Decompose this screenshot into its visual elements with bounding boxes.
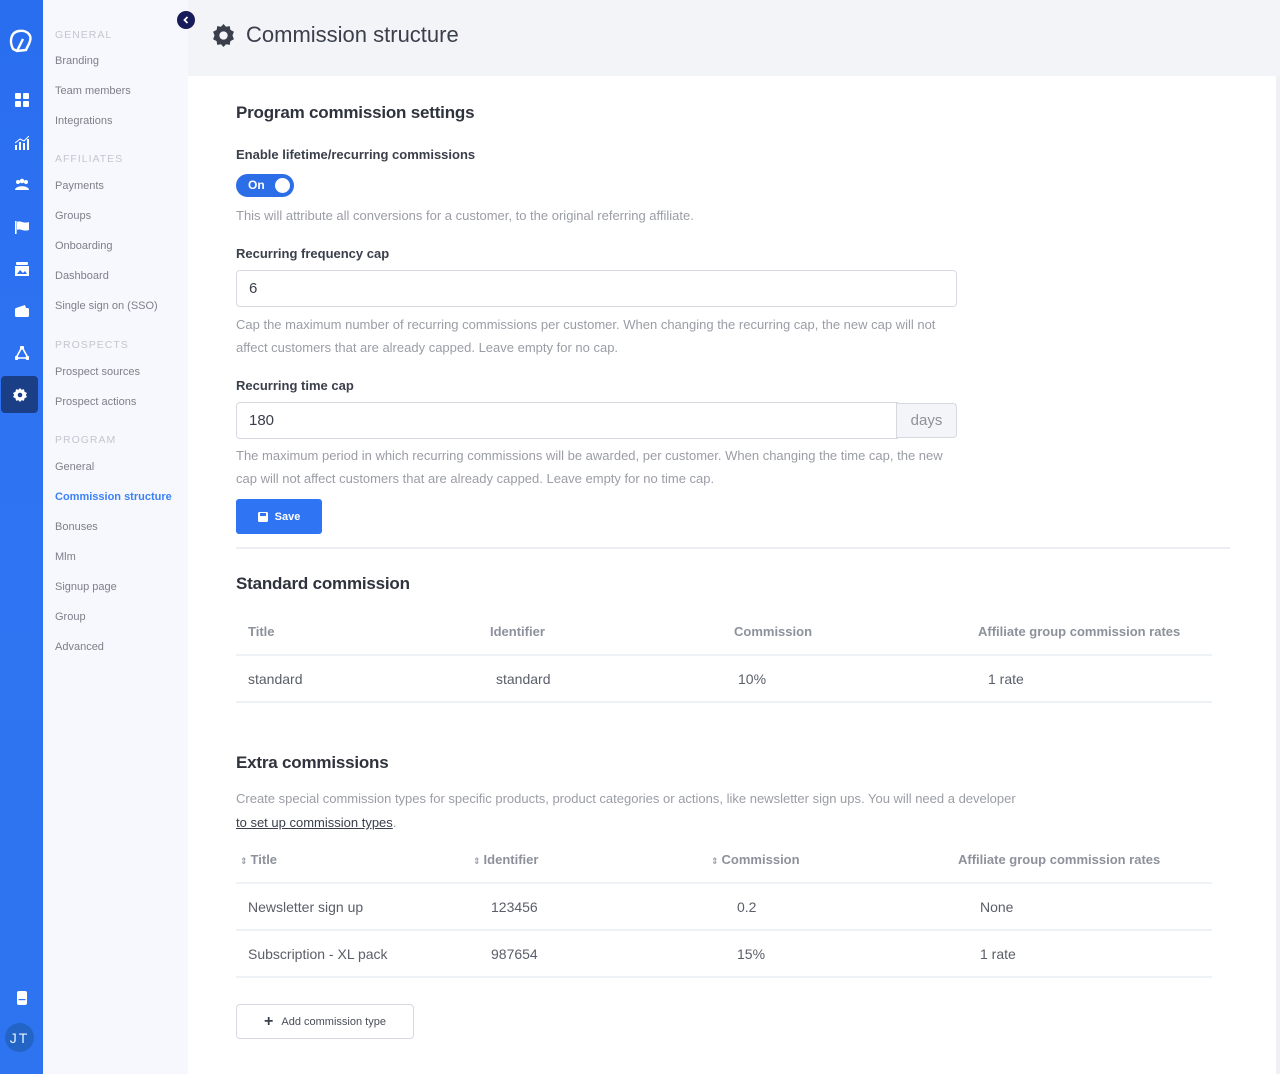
subnav-item-commission-structure[interactable]: Commission structure <box>55 491 172 503</box>
settings-icon[interactable] <box>1 376 38 413</box>
subnav-item-integrations[interactable]: Integrations <box>55 115 112 127</box>
dashboard-icon[interactable] <box>0 88 43 112</box>
cell-title: Newsletter sign up <box>236 882 473 930</box>
time-cap-unit: days <box>896 403 957 438</box>
collapse-sidebar-button[interactable] <box>177 11 195 29</box>
column-header-identifier: Identifier <box>490 624 545 639</box>
avatar[interactable]: JT <box>5 1023 34 1052</box>
prospects-icon[interactable] <box>0 341 43 365</box>
column-header-group-rates: Affiliate group commission rates <box>958 852 1161 867</box>
logo-icon[interactable] <box>7 27 35 55</box>
freq-cap-input[interactable] <box>236 270 957 307</box>
payouts-icon[interactable] <box>0 299 43 323</box>
time-cap-label: Recurring time cap <box>236 378 354 393</box>
column-header-identifier-label: Identifier <box>483 852 539 867</box>
description-suffix: . <box>392 815 397 830</box>
extra-commissions-description: Create special commission types for spec… <box>236 787 1136 835</box>
scrollbar-track[interactable] <box>1276 76 1280 1074</box>
plus-icon: + <box>264 1012 274 1030</box>
lifetime-help: This will attribute all conversions for … <box>236 208 694 223</box>
column-header-title-label: Title <box>250 852 278 867</box>
settings-subnav: GENERAL Branding Team members Integratio… <box>43 0 188 1074</box>
page-header: Commission structure <box>188 0 1280 76</box>
subnav-item-onboarding[interactable]: Onboarding <box>55 240 113 252</box>
standard-commission-table: Title Identifier Commission Affiliate gr… <box>236 609 1212 703</box>
gear-icon <box>211 23 236 48</box>
subnav-item-sso[interactable]: Single sign on (SSO) <box>55 300 158 312</box>
sort-icon: ⇕ <box>711 856 719 866</box>
section-title-general: GENERAL <box>55 29 113 41</box>
subnav-item-mlm[interactable]: Mlm <box>55 551 76 563</box>
save-button[interactable]: Save <box>236 499 322 534</box>
floppy-disk-icon <box>257 511 268 522</box>
freq-cap-help: Cap the maximum number of recurring comm… <box>236 317 936 355</box>
column-header-identifier[interactable]: ⇕ Identifier <box>473 837 711 883</box>
subnav-item-advanced[interactable]: Advanced <box>55 641 104 653</box>
reports-icon[interactable] <box>0 131 43 155</box>
chevron-left-icon <box>183 16 189 24</box>
table-row[interactable]: Subscription - XL pack 987654 15% 1 rate <box>236 929 1212 978</box>
cell-commission: 10% <box>724 654 968 703</box>
icon-rail: JT <box>0 0 43 1074</box>
freq-cap-label: Recurring frequency cap <box>236 246 390 261</box>
subnav-item-dashboard[interactable]: Dashboard <box>55 270 109 282</box>
cell-commission: 15% <box>711 929 958 978</box>
subnav-item-groups[interactable]: Groups <box>55 210 91 222</box>
cell-commission: 0.2 <box>711 882 958 930</box>
column-header-commission-label: Commission <box>721 852 800 867</box>
cell-title: Subscription - XL pack <box>236 929 473 978</box>
campaigns-icon[interactable] <box>0 215 43 239</box>
table-row[interactable]: Newsletter sign up 123456 0.2 None <box>236 882 1212 930</box>
subnav-item-team-members[interactable]: Team members <box>55 85 131 97</box>
subnav-item-group[interactable]: Group <box>55 611 86 623</box>
lifetime-label: Enable lifetime/recurring commissions <box>236 147 476 162</box>
save-label: Save <box>274 510 301 523</box>
subnav-item-general[interactable]: General <box>55 461 94 473</box>
cell-identifier: standard <box>480 654 724 703</box>
column-header-title[interactable]: ⇕ Title <box>236 837 473 883</box>
column-header-commission: Commission <box>734 624 813 639</box>
time-cap-help: The maximum period in which recurring co… <box>236 448 943 486</box>
section-title-program: PROGRAM <box>55 434 117 446</box>
column-header-group-rates: Affiliate group commission rates <box>978 624 1181 639</box>
sort-icon: ⇕ <box>473 856 481 866</box>
section-title-prospects: PROSPECTS <box>55 339 129 351</box>
setup-commission-types-link[interactable]: to set up commission types <box>236 815 393 830</box>
cell-identifier: 987654 <box>473 929 711 978</box>
program-settings-title: Program commission settings <box>236 103 475 122</box>
sort-icon: ⇕ <box>240 856 248 866</box>
column-header-commission[interactable]: ⇕ Commission <box>711 837 958 883</box>
standard-commission-title: Standard commission <box>236 574 410 593</box>
toggle-knob <box>275 178 290 193</box>
subnav-item-payments[interactable]: Payments <box>55 180 104 192</box>
section-title-affiliates: AFFILIATES <box>55 153 124 165</box>
add-commission-type-label: Add commission type <box>281 1015 386 1028</box>
cell-group-rates[interactable]: 1 rate <box>968 654 1212 703</box>
extra-commissions-title: Extra commissions <box>236 753 389 772</box>
assets-icon[interactable] <box>0 257 43 281</box>
toggle-state: On <box>248 178 265 192</box>
main-panel: Program commission settings Enable lifet… <box>188 76 1278 1074</box>
subnav-item-prospect-actions[interactable]: Prospect actions <box>55 396 136 408</box>
subnav-item-signup-page[interactable]: Signup page <box>55 581 117 593</box>
help-book-icon[interactable] <box>0 986 43 1010</box>
description-text: Create special commission types for spec… <box>236 791 1016 806</box>
table-row[interactable]: standard standard 10% 1 rate <box>236 654 1212 703</box>
section-divider <box>236 547 1230 549</box>
subnav-item-prospect-sources[interactable]: Prospect sources <box>55 366 140 378</box>
lifetime-toggle[interactable]: On <box>236 174 294 197</box>
cell-title: standard <box>236 654 480 703</box>
affiliates-icon[interactable] <box>0 173 43 197</box>
cell-group-rates: None <box>958 882 1212 930</box>
extra-commissions-table: ⇕ Title ⇕ Identifier ⇕ Commission Affiliate… <box>236 837 1212 978</box>
add-commission-type-button[interactable]: + Add commission type <box>236 1004 414 1039</box>
subnav-item-branding[interactable]: Branding <box>55 55 99 67</box>
column-header-title: Title <box>248 624 275 639</box>
cell-group-rates[interactable]: 1 rate <box>958 929 1212 978</box>
page-title: Commission structure <box>246 22 459 47</box>
subnav-item-bonuses[interactable]: Bonuses <box>55 521 98 533</box>
time-cap-input[interactable] <box>236 402 898 439</box>
cell-identifier: 123456 <box>473 882 711 930</box>
